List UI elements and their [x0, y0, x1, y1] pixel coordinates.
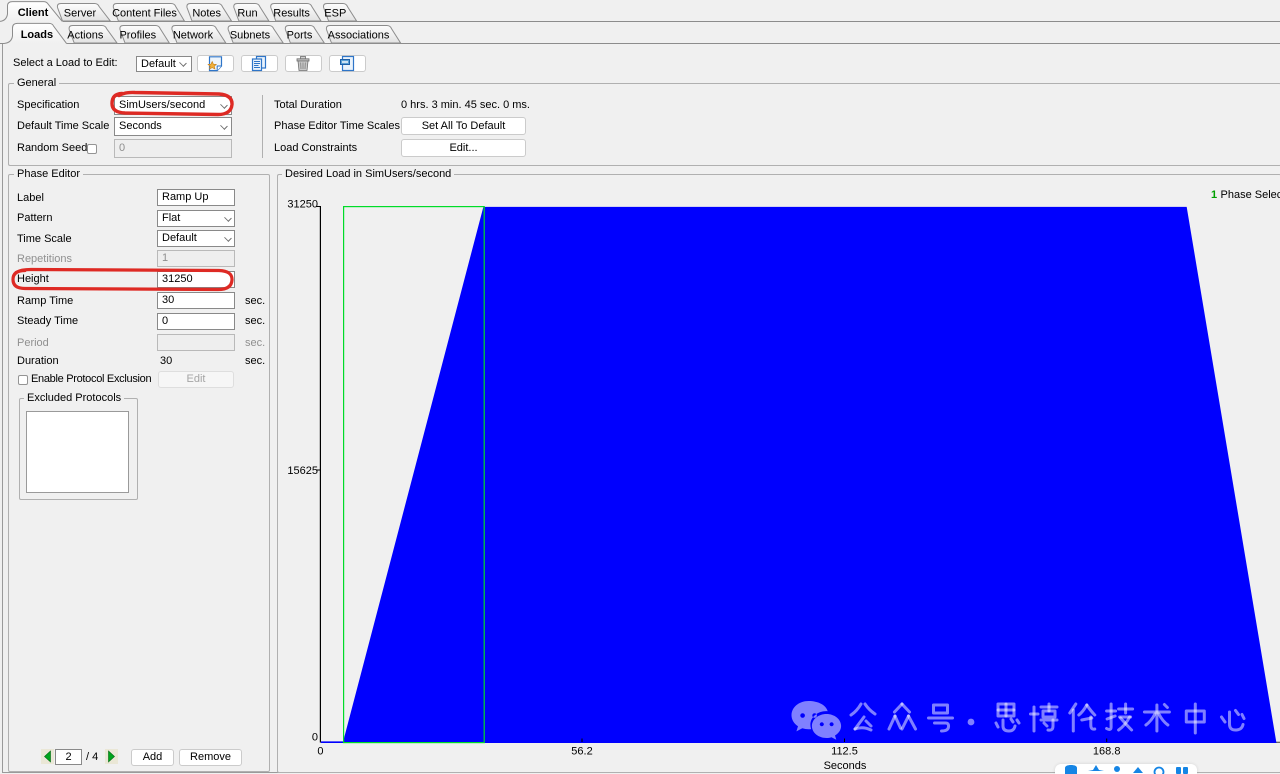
svg-text:Profiles: Profiles	[119, 29, 156, 41]
svg-text:1: 1	[1211, 189, 1217, 201]
svg-text:Results: Results	[273, 8, 310, 20]
svg-text:Notes: Notes	[192, 8, 221, 20]
svg-text:Actions: Actions	[67, 29, 104, 41]
svg-text:15625: 15625	[287, 465, 318, 477]
svg-text:Server: Server	[64, 8, 97, 20]
svg-text:0: 0	[312, 732, 318, 744]
svg-text:Content Files: Content Files	[112, 8, 177, 20]
svg-text:Client: Client	[18, 7, 49, 19]
svg-text:Network: Network	[173, 29, 214, 41]
svg-text:Phase Selected: Phase Selected	[1221, 189, 1280, 201]
svg-text:Associations: Associations	[328, 29, 390, 41]
svg-text:Ports: Ports	[287, 29, 313, 41]
svg-text:Run: Run	[237, 8, 257, 20]
svg-text:0: 0	[317, 746, 323, 758]
svg-text:Seconds: Seconds	[824, 760, 867, 771]
svg-text:ESP: ESP	[324, 8, 346, 20]
svg-text:Subnets: Subnets	[230, 29, 271, 41]
svg-text:56.2: 56.2	[571, 746, 592, 758]
svg-text:31250: 31250	[287, 199, 318, 211]
svg-text:Loads: Loads	[21, 29, 53, 41]
